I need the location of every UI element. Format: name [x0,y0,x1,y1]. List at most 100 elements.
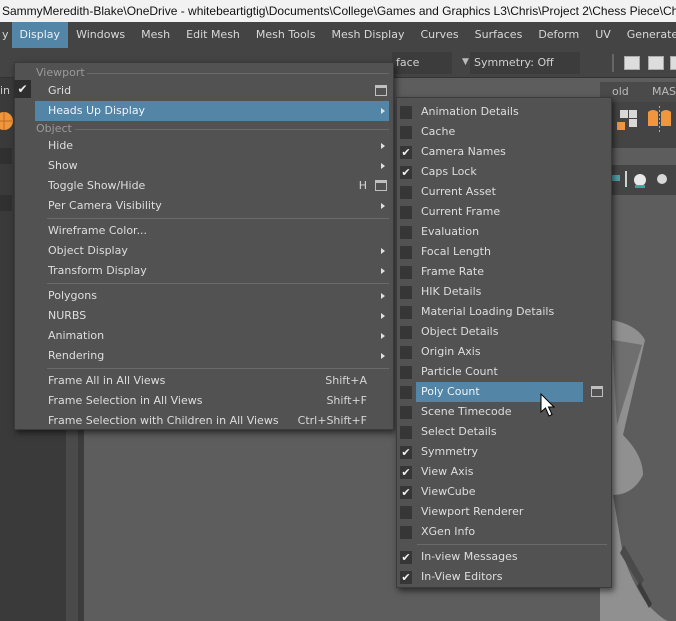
checkbox-unchecked-icon[interactable] [400,386,412,399]
hud-item-evaluation[interactable]: Evaluation [397,222,611,242]
menu-item-object-display[interactable]: Object Display [15,241,393,261]
checkbox-unchecked-icon[interactable] [400,106,412,119]
shortcut-label: H [358,179,367,192]
menu-edit-mesh[interactable]: Edit Mesh [178,22,248,48]
menu-generate[interactable]: Generate [619,22,676,48]
hud-item-current-frame[interactable]: Current Frame [397,202,611,222]
checkbox-checked-icon[interactable]: ✔ [400,571,412,584]
checkbox-checked-icon[interactable]: ✔ [400,466,412,479]
shelf-tab-old[interactable]: old [612,85,629,98]
menu-item-hide[interactable]: Hide [15,136,393,156]
hud-item-scene-timecode[interactable]: Scene Timecode [397,402,611,422]
checkbox-unchecked-icon[interactable] [400,366,412,379]
hud-item-camera-names[interactable]: ✔ Camera Names [397,142,611,162]
menu-display[interactable]: Display [11,22,69,48]
hud-item-hik-details[interactable]: HIK Details [397,282,611,302]
checkbox-unchecked-icon[interactable] [400,246,412,259]
teal-icon[interactable] [612,175,620,181]
menu-item-transform-display[interactable]: Transform Display [15,261,393,281]
menu-item-show[interactable]: Show [15,156,393,176]
menu-partial[interactable]: y [0,22,12,48]
hud-item-viewcube[interactable]: ✔ ViewCube [397,482,611,502]
clapper-icon[interactable] [648,56,664,70]
surface-field[interactable]: face [392,52,452,74]
grid-check-icon[interactable]: ✔ [14,80,31,98]
hud-item-material-loading-details[interactable]: Material Loading Details [397,302,611,322]
checkbox-unchecked-icon[interactable] [400,306,412,319]
menu-item-per-camera-visibility[interactable]: Per Camera Visibility [15,196,393,216]
checkbox-checked-icon[interactable]: ✔ [400,446,412,459]
hud-item-viewport-renderer[interactable]: Viewport Renderer [397,502,611,522]
checkbox-unchecked-icon[interactable] [400,126,412,139]
hud-item-object-details[interactable]: Object Details [397,322,611,342]
hud-item-in-view-messages[interactable]: ✔ In-view Messages [397,547,611,567]
menu-mesh-display[interactable]: Mesh Display [323,22,412,48]
hud-item-origin-axis[interactable]: Origin Axis [397,342,611,362]
menu-item-frame-selection-children[interactable]: Frame Selection with Children in All Vie… [15,411,393,431]
menu-windows[interactable]: Windows [68,22,133,48]
menu-uv[interactable]: UV [587,22,619,48]
left-tool-slot[interactable] [0,195,12,211]
checkbox-checked-icon[interactable]: ✔ [400,166,412,179]
eye-clapper-icon[interactable] [624,56,640,70]
hud-item-symmetry[interactable]: ✔ Symmetry [397,442,611,462]
checkbox-checked-icon[interactable]: ✔ [400,146,412,159]
checkbox-unchecked-icon[interactable] [400,346,412,359]
menu-item-animation[interactable]: Animation [15,326,393,346]
menu-item-wireframe-color[interactable]: Wireframe Color... [15,221,393,241]
checkbox-unchecked-icon[interactable] [400,186,412,199]
menu-mesh-tools[interactable]: Mesh Tools [248,22,324,48]
layout-icon[interactable] [617,110,637,130]
menu-item-nurbs[interactable]: NURBS [15,306,393,326]
hud-item-focal-length[interactable]: Focal Length [397,242,611,262]
shortcut-label: Shift+F [326,394,367,407]
checkbox-unchecked-icon[interactable] [400,206,412,219]
clapper-icon-2[interactable] [670,56,676,70]
checkbox-unchecked-icon[interactable] [400,226,412,239]
hud-item-caps-lock[interactable]: ✔ Caps Lock [397,162,611,182]
menu-item-polygons[interactable]: Polygons [15,286,393,306]
checkbox-unchecked-icon[interactable] [400,326,412,339]
checkbox-unchecked-icon[interactable] [400,406,412,419]
option-box-icon[interactable] [375,85,387,96]
option-box-icon[interactable] [591,386,603,397]
menu-item-rendering[interactable]: Rendering [15,346,393,366]
menu-item-grid[interactable]: Grid [15,81,393,101]
hud-item-cache[interactable]: Cache [397,122,611,142]
dropdown-arrow-icon[interactable]: ▼ [462,57,469,67]
hud-item-view-axis[interactable]: ✔ View Axis [397,462,611,482]
submenu-arrow-icon [381,293,385,299]
checkbox-unchecked-icon[interactable] [400,266,412,279]
hud-item-particle-count[interactable]: Particle Count [397,362,611,382]
menu-mesh[interactable]: Mesh [133,22,178,48]
hud-item-xgen-info[interactable]: XGen Info [397,522,611,542]
hud-item-frame-rate[interactable]: Frame Rate [397,262,611,282]
left-tool-slot[interactable] [0,148,12,164]
menu-item-frame-selection[interactable]: Frame Selection in All Views Shift+F [15,391,393,411]
hud-item-select-details[interactable]: Select Details [397,422,611,442]
symmetry-mesh-icon[interactable] [648,106,671,132]
menu-item-frame-all[interactable]: Frame All in All Views Shift+A [15,371,393,391]
hud-item-animation-details[interactable]: Animation Details [397,102,611,122]
textured-sphere-icon[interactable] [657,174,667,184]
shaded-sphere-icon[interactable] [634,174,646,186]
menu-item-toggle-show-hide[interactable]: Toggle Show/Hide H [15,176,393,196]
checkbox-unchecked-icon[interactable] [400,426,412,439]
hud-item-current-asset[interactable]: Current Asset [397,182,611,202]
checkbox-unchecked-icon[interactable] [400,286,412,299]
checkbox-unchecked-icon[interactable] [400,526,412,539]
hud-item-label: XGen Info [421,525,476,538]
option-box-icon[interactable] [375,180,387,191]
checkbox-unchecked-icon[interactable] [400,506,412,519]
menu-item-heads-up-display[interactable]: Heads Up Display [35,101,389,121]
checkbox-checked-icon[interactable]: ✔ [400,551,412,564]
checkbox-checked-icon[interactable]: ✔ [400,486,412,499]
menu-surfaces[interactable]: Surfaces [467,22,531,48]
menu-deform[interactable]: Deform [530,22,587,48]
hud-item-in-view-editors[interactable]: ✔ In-View Editors [397,567,611,587]
symmetry-dropdown[interactable]: Symmetry: Off [470,52,580,74]
hud-item-poly-count[interactable]: Poly Count [397,382,611,402]
menu-curves[interactable]: Curves [412,22,466,48]
shelf-tab-mas[interactable]: MAS [652,85,676,98]
paint-tool-icon[interactable] [0,108,14,134]
